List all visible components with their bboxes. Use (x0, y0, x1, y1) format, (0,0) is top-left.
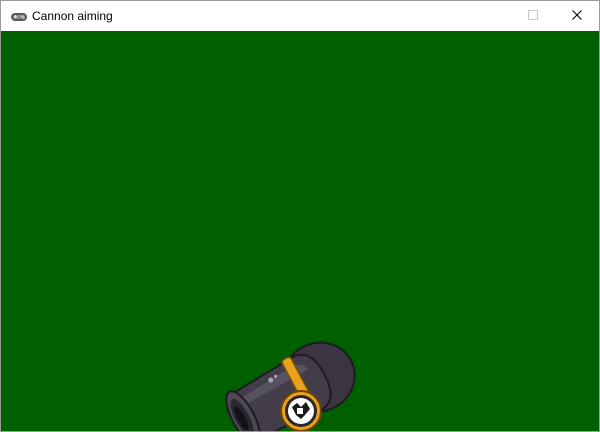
app-window: Cannon aiming (0, 0, 600, 432)
game-canvas[interactable] (1, 31, 599, 431)
maximize-button[interactable] (510, 1, 556, 31)
title-bar[interactable]: Cannon aiming (1, 1, 599, 31)
window-title: Cannon aiming (32, 9, 113, 23)
cannon-icon[interactable] (211, 327, 361, 431)
close-icon (572, 7, 582, 25)
maximize-icon (528, 7, 538, 25)
gamepad-icon (10, 10, 28, 22)
close-button[interactable] (554, 1, 599, 31)
